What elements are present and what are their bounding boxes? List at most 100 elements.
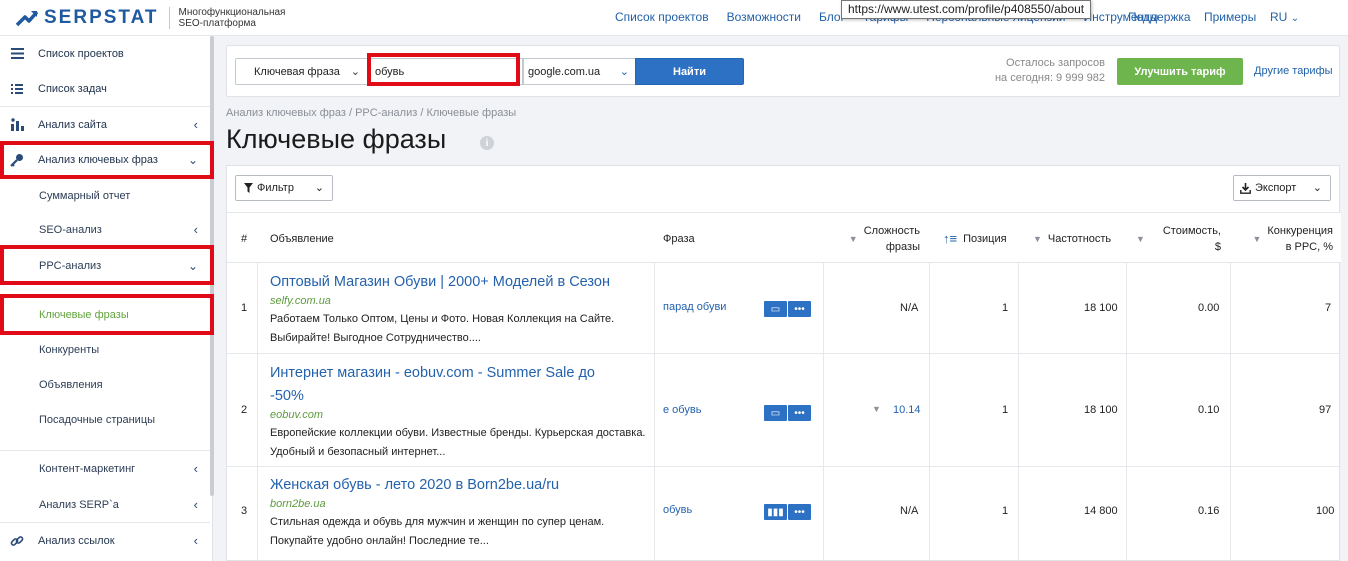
more-icon[interactable]: ••• — [788, 504, 811, 520]
sidebar-item-label: SEO-анализ — [39, 223, 102, 236]
ad-text: Стильная одежда и обувь для мужчин и жен… — [270, 516, 605, 547]
language-selector[interactable]: RU ⌄ — [1270, 10, 1299, 24]
nav-examples[interactable]: Примеры — [1204, 10, 1256, 24]
col-cost-line2: $ — [1214, 240, 1221, 253]
sidebar-item-serp-analysis[interactable]: Анализ SERP`а ‹ — [0, 487, 210, 522]
sidebar-item-ppc-analysis[interactable]: PPC-анализ ⌄ — [0, 248, 210, 283]
ad-title-link[interactable]: Интернет магазин - eobuv.com - Summer Sa… — [270, 362, 630, 408]
search-type-select[interactable]: Ключевая фраза ⌄ — [235, 58, 368, 85]
ad-url: selfy.com.ua — [270, 295, 331, 307]
list-icon — [10, 82, 24, 96]
logo-subtitle: Многофункциональная SEO-платформа — [179, 7, 286, 29]
ad-url: eobuv.com — [270, 409, 323, 421]
ad-title-link[interactable]: Оптовый Магазин Обуви | 2000+ Моделей в … — [270, 271, 650, 294]
more-icon[interactable]: ••• — [788, 301, 811, 317]
sidebar-item-landing-pages[interactable]: Посадочные страницы — [0, 402, 210, 437]
sort-down-icon: ▼ — [848, 233, 858, 244]
sidebar-scrollbar[interactable] — [210, 36, 214, 496]
col-competition[interactable]: ▼ Конкуренция в PPC, % — [1241, 213, 1333, 264]
sort-down-icon: ▼ — [1252, 233, 1262, 244]
key-icon — [10, 153, 24, 167]
upgrade-plan-button[interactable]: Улучшить тариф — [1117, 58, 1243, 85]
serpstat-logo[interactable]: SERPSTAT Многофункциональная SEO-платфор… — [16, 7, 285, 29]
sidebar-item-label: Контент-маркетинг — [39, 462, 136, 475]
sidebar-item-tasks[interactable]: Список задач — [0, 71, 210, 106]
filter-button[interactable]: Фильтр ⌄ — [235, 175, 333, 201]
sidebar-item-projects[interactable]: Список проектов — [0, 36, 210, 71]
sort-down-icon: ▼ — [1033, 233, 1042, 244]
remaining-queries: Осталось запросов на сегодня: 9 999 982 — [979, 56, 1105, 86]
nav-support[interactable]: Поддержка — [1128, 10, 1191, 24]
sidebar-item-competitors[interactable]: Конкуренты — [0, 332, 210, 367]
table-row: 1 Оптовый Магазин Обуви | 2000+ Моделей … — [227, 263, 1341, 354]
sidebar-item-label: Объявления — [39, 378, 103, 391]
sidebar-item-label: PPC-анализ — [39, 259, 102, 272]
phrase-link[interactable]: е обувь — [663, 404, 701, 416]
sidebar-item-seo-analysis[interactable]: SEO-анализ ‹ — [0, 212, 210, 247]
row-num: 3 — [241, 505, 248, 517]
chevron-down-icon: ⌄ — [1312, 182, 1322, 194]
cost-value: 0.16 — [1198, 505, 1220, 517]
logo-text: SERPSTAT — [44, 7, 159, 28]
sidebar-item-content-marketing[interactable]: Контент-маркетинг ‹ — [0, 451, 210, 486]
col-ad: Объявление — [270, 232, 334, 245]
difficulty-value[interactable]: 10.14 — [893, 404, 921, 416]
col-num: # — [241, 232, 248, 245]
other-plans-link[interactable]: Другие тарифы — [1254, 65, 1333, 77]
chart-icon — [10, 118, 24, 132]
sidebar-item-summary-report[interactable]: Суммарный отчет — [0, 178, 210, 213]
search-input[interactable] — [368, 58, 523, 85]
sidebar-item-label: Список задач — [38, 82, 107, 95]
competition-value: 97 — [1319, 404, 1332, 416]
col-difficulty[interactable]: ▼ Сложность фразы — [832, 213, 920, 264]
logo-subtitle-line1: Многофункциональная — [178, 7, 286, 18]
sidebar-item-keyword-analysis[interactable]: Анализ ключевых фраз ⌄ — [0, 142, 210, 177]
export-button[interactable]: Экспорт ⌄ — [1233, 175, 1331, 201]
more-icon[interactable]: ••• — [788, 405, 811, 421]
info-icon[interactable]: i — [480, 136, 494, 150]
sidebar-item-label: Анализ ключевых фраз — [38, 153, 158, 166]
language-label: RU — [1270, 10, 1288, 24]
logo-divider — [168, 7, 170, 29]
table-row: 3 Женская обувь - лето 2020 в Born2be.ua… — [227, 467, 1341, 561]
database-label: google.com.ua — [528, 65, 601, 78]
funnel-icon — [244, 183, 253, 193]
chevron-left-icon: ‹ — [193, 533, 198, 548]
phrase-link[interactable]: парад обуви — [663, 301, 726, 313]
position-value: 1 — [1002, 404, 1009, 416]
col-competition-line2: в PPC, % — [1285, 240, 1333, 253]
search-button[interactable]: Найти — [635, 58, 744, 85]
results-panel: Фильтр ⌄ Экспорт ⌄ # Объявление Фраза ▼ … — [226, 165, 1341, 561]
chat-icon[interactable]: ▭ — [764, 301, 787, 317]
col-cost[interactable]: ▼ Стоимость, $ — [1136, 213, 1221, 264]
chat-icon[interactable]: ▭ — [764, 405, 787, 421]
ad-title-link[interactable]: Женская обувь - лето 2020 в Born2be.ua/r… — [270, 474, 650, 497]
row-actions: ▮▮▮ ••• — [764, 504, 811, 520]
sidebar-item-label: Посадочные страницы — [39, 413, 156, 426]
grid-icon[interactable]: ▮▮▮ — [764, 504, 787, 520]
page-title: Ключевые фразы — [226, 124, 447, 154]
sidebar-item-ads[interactable]: Объявления — [0, 367, 210, 402]
sidebar-item-link-analysis[interactable]: Анализ ссылок ‹ — [0, 523, 210, 558]
sidebar-item-label: Ключевые фразы — [39, 308, 129, 321]
col-cost-line1: Стоимость, — [1162, 224, 1221, 237]
col-position[interactable]: ↑≡ Позиция — [943, 213, 1007, 264]
nav-features[interactable]: Возможности — [727, 10, 801, 24]
phrase-link[interactable]: обувь — [663, 504, 692, 516]
sidebar-item-site-analysis[interactable]: Анализ сайта ‹ — [0, 107, 210, 142]
hamburger-icon — [10, 47, 24, 61]
database-select[interactable]: google.com.ua ⌄ — [523, 58, 636, 85]
col-frequency[interactable]: ▼ Частотность — [1033, 213, 1111, 264]
remaining-queries-line1: Осталось запросов — [1006, 57, 1105, 69]
chevron-left-icon: ‹ — [193, 461, 198, 476]
chevron-down-icon: ⌄ — [350, 66, 360, 78]
expand-down-icon[interactable]: ▼ — [872, 404, 881, 414]
download-icon — [1240, 182, 1251, 194]
row-num: 1 — [241, 302, 248, 314]
col-frequency-label: Частотность — [1047, 232, 1112, 245]
remaining-queries-line2: на сегодня: 9 999 982 — [994, 72, 1105, 84]
cost-value: 0.10 — [1198, 404, 1220, 416]
sidebar-item-ppc-keywords[interactable]: Ключевые фразы — [0, 297, 210, 332]
nav-projects-list[interactable]: Список проектов — [615, 10, 709, 24]
chevron-down-icon: ⌄ — [619, 66, 629, 78]
